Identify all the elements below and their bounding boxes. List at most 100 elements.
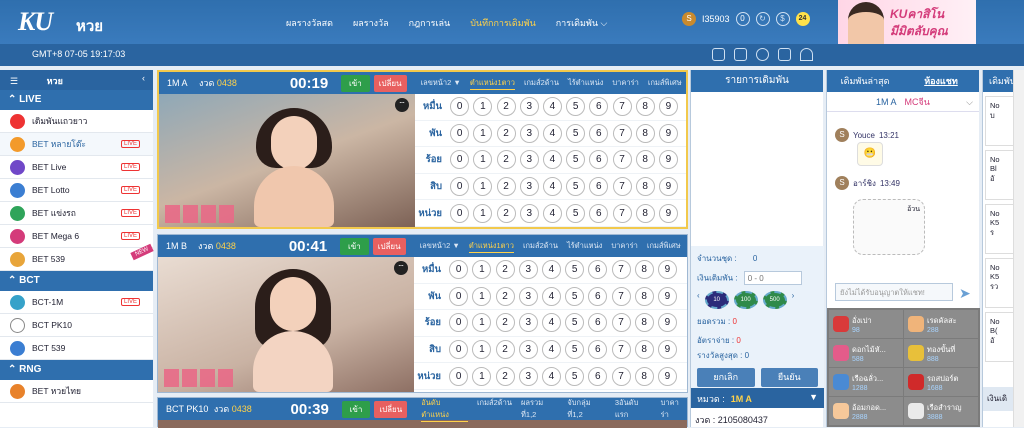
digit-ball[interactable]: 1: [472, 313, 492, 333]
chip[interactable]: 100: [733, 291, 758, 309]
digit-ball[interactable]: 4: [542, 97, 562, 117]
digit-ball[interactable]: 9: [657, 313, 677, 333]
chevron-left-icon[interactable]: ‹: [697, 291, 700, 309]
digit-ball[interactable]: 6: [588, 286, 608, 306]
digit-ball[interactable]: 7: [612, 203, 632, 223]
tab[interactable]: เกมส์พิเศษ: [648, 77, 682, 90]
gift-item[interactable]: เรือสำราญ 3888: [904, 397, 978, 425]
digit-ball[interactable]: 5: [565, 313, 585, 333]
digit-ball[interactable]: 3: [519, 97, 539, 117]
mail-icon[interactable]: [712, 48, 725, 61]
digit-ball[interactable]: 2: [496, 97, 516, 117]
digit-ball[interactable]: 8: [634, 286, 654, 306]
digit-ball[interactable]: 7: [612, 123, 632, 143]
digit-ball[interactable]: 3: [519, 123, 539, 143]
confirm-button[interactable]: ยืนยัน: [760, 368, 818, 387]
tab[interactable]: ผลรวมที่1,2: [521, 397, 558, 422]
digit-ball[interactable]: 5: [566, 150, 586, 170]
tab[interactable]: ตำแหน่ง1ตาว: [469, 77, 515, 90]
tab[interactable]: เกมส์2ด้าน: [524, 77, 559, 90]
digit-ball[interactable]: 1: [473, 123, 493, 143]
digit-ball[interactable]: 0: [450, 150, 470, 170]
tools-icon[interactable]: [734, 48, 747, 61]
digit-ball[interactable]: 4: [541, 340, 561, 360]
digit-ball[interactable]: 2: [496, 123, 516, 143]
chevron-right-icon[interactable]: ›: [792, 291, 795, 309]
bet-amount-input[interactable]: [743, 271, 802, 285]
digit-ball[interactable]: 1: [472, 340, 492, 360]
change-button[interactable]: เปลี่ยน: [374, 400, 408, 418]
digit-ball[interactable]: 2: [495, 313, 515, 333]
digit-ball[interactable]: 6: [588, 313, 608, 333]
digit-ball[interactable]: 5: [566, 97, 586, 117]
digit-ball[interactable]: 7: [612, 97, 632, 117]
digit-ball[interactable]: 0: [449, 260, 469, 280]
sidebar-item[interactable]: BET หลายโต๊ะ LIVE: [0, 133, 153, 156]
chip[interactable]: 10: [704, 291, 729, 309]
send-icon[interactable]: ➤: [959, 285, 971, 302]
sound-icon[interactable]: [778, 48, 791, 61]
digit-ball[interactable]: 0: [449, 286, 469, 306]
enter-button[interactable]: เข้า: [340, 237, 369, 255]
digit-ball[interactable]: 3: [518, 286, 538, 306]
digit-ball[interactable]: 1: [472, 286, 492, 306]
sidebar-item[interactable]: BET 539 NEW: [0, 243, 154, 271]
gift-item[interactable]: รถสปอร์ต 1688: [904, 368, 978, 396]
digit-ball[interactable]: 7: [611, 260, 631, 280]
digit-ball[interactable]: 9: [657, 286, 677, 306]
nav-results[interactable]: ผลรางวัล: [353, 16, 389, 30]
vip-badge[interactable]: 24: [795, 12, 810, 26]
digit-ball[interactable]: 0: [449, 340, 469, 360]
refresh-icon[interactable]: ↻: [755, 12, 770, 26]
digit-ball[interactable]: 3: [518, 366, 538, 386]
digit-ball[interactable]: 3: [518, 313, 538, 333]
digit-ball[interactable]: 5: [565, 340, 585, 360]
digit-ball[interactable]: 2: [495, 366, 515, 386]
sidebar-item[interactable]: BET แข่งรถ LIVE: [0, 202, 153, 225]
digit-ball[interactable]: 6: [588, 260, 608, 280]
digit-ball[interactable]: 8: [635, 177, 655, 197]
menu-icon[interactable]: ☰: [10, 76, 18, 86]
change-button[interactable]: เปลี่ยน: [373, 74, 407, 92]
chip[interactable]: 500: [762, 291, 787, 309]
gift-item[interactable]: อั่งเปา 98: [829, 310, 903, 338]
sidebar-section-live[interactable]: ⌃ LIVE: [0, 90, 153, 110]
digit-ball[interactable]: 6: [589, 123, 609, 143]
tab[interactable]: เกมส์2ด้าน: [477, 397, 512, 422]
digit-ball[interactable]: 5: [566, 177, 586, 197]
brand-logo[interactable]: KU: [18, 7, 53, 37]
tab[interactable]: เกมส์พิเศษ: [647, 240, 681, 253]
sidebar-item[interactable]: BCT PK10: [0, 314, 153, 337]
enter-button[interactable]: เข้า: [341, 74, 370, 92]
digit-ball[interactable]: 9: [658, 150, 678, 170]
digit-ball[interactable]: 8: [635, 203, 655, 223]
digit-ball[interactable]: 4: [542, 203, 562, 223]
digit-ball[interactable]: 5: [565, 366, 585, 386]
digit-ball[interactable]: 7: [612, 150, 632, 170]
tab[interactable]: 3อันดับแรก: [615, 397, 652, 422]
digit-ball[interactable]: 1: [473, 177, 493, 197]
tab[interactable]: บาคาร่า: [612, 77, 638, 90]
digit-ball[interactable]: 4: [541, 286, 561, 306]
digit-ball[interactable]: 7: [611, 366, 631, 386]
tab[interactable]: เลขหน้า2 ▼: [420, 240, 460, 253]
nav-bet-history[interactable]: บันทึกการเดิมพัน: [470, 16, 536, 30]
live-video[interactable]: ⌔: [159, 94, 415, 227]
digit-ball[interactable]: 4: [542, 150, 562, 170]
digit-ball[interactable]: 2: [496, 150, 516, 170]
gear-icon[interactable]: [756, 48, 769, 61]
digit-ball[interactable]: 2: [495, 340, 515, 360]
digit-ball[interactable]: 0: [450, 177, 470, 197]
sidebar-item[interactable]: BET หวยไทย: [0, 380, 153, 403]
gift-item[interactable]: ดอกไม้หั... 588: [829, 339, 903, 367]
digit-ball[interactable]: 6: [589, 97, 609, 117]
sidebar-item[interactable]: BET Lotto LIVE: [0, 179, 153, 202]
digit-ball[interactable]: 9: [658, 177, 678, 197]
wallet-icon[interactable]: $: [775, 12, 790, 26]
digit-ball[interactable]: 9: [657, 260, 677, 280]
digit-ball[interactable]: 4: [541, 260, 561, 280]
digit-ball[interactable]: 0: [450, 97, 470, 117]
digit-ball[interactable]: 8: [634, 313, 654, 333]
digit-ball[interactable]: 3: [518, 340, 538, 360]
digit-ball[interactable]: 2: [495, 286, 515, 306]
